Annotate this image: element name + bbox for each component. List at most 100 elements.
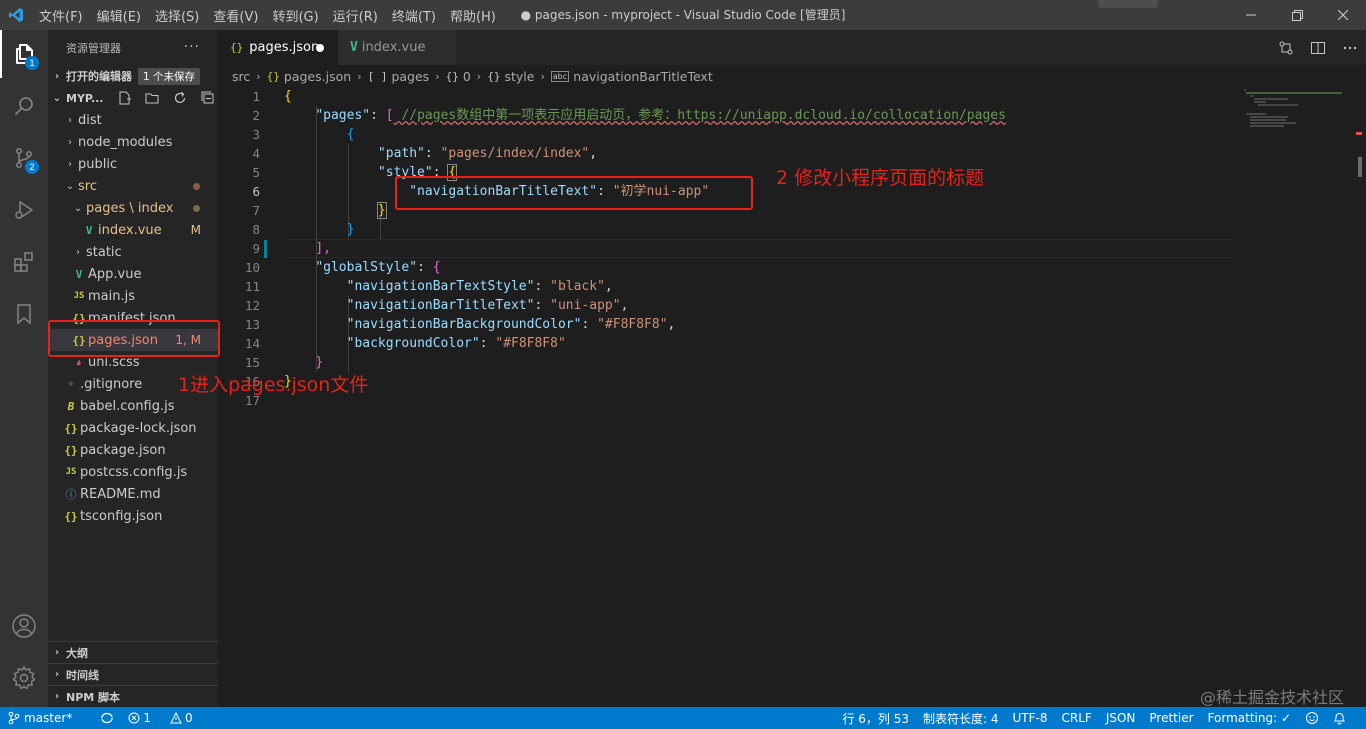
current-line-highlight bbox=[285, 239, 1232, 258]
open-changes-icon[interactable] bbox=[1270, 30, 1302, 65]
unsaved-dot-icon[interactable] bbox=[316, 44, 324, 52]
new-folder-icon[interactable] bbox=[138, 90, 166, 106]
explorer-sidebar: 资源管理器 ··· › 打开的编辑器 1 个未保存 ⌄ MYP... › dis… bbox=[48, 30, 218, 707]
menu-terminal[interactable]: 终端(T) bbox=[385, 6, 443, 25]
tree-item-label: .gitignore bbox=[80, 376, 143, 392]
indentation[interactable]: 制表符长度: 4 bbox=[923, 710, 999, 727]
tree-item-main-js[interactable]: JS main.js bbox=[48, 285, 218, 307]
minimize-button[interactable] bbox=[1228, 0, 1274, 30]
tree-item-tsconfig[interactable]: {} tsconfig.json bbox=[48, 505, 218, 527]
outline-label: 大纲 bbox=[66, 646, 88, 660]
cursor-position[interactable]: 行 6，列 53 bbox=[842, 710, 909, 727]
branch-status[interactable]: master* bbox=[8, 711, 86, 725]
breadcrumb-item[interactable]: pages bbox=[391, 69, 429, 84]
tree-item-src[interactable]: ⌄ src bbox=[48, 175, 218, 197]
menu-run[interactable]: 运行(R) bbox=[326, 6, 385, 25]
formatting-status[interactable]: Formatting: ✓ bbox=[1208, 711, 1291, 725]
tree-item-dist[interactable]: › dist bbox=[48, 109, 218, 131]
tree-item-label: static bbox=[86, 244, 122, 260]
vscode-logo-icon bbox=[0, 0, 32, 30]
bookmark-icon[interactable] bbox=[0, 290, 48, 338]
npm-scripts-section[interactable]: › NPM 脚本 bbox=[48, 685, 218, 707]
tree-item-app-vue[interactable]: V App.vue bbox=[48, 263, 218, 285]
tree-item-index-vue[interactable]: V index.vue M bbox=[48, 219, 218, 241]
settings-gear-icon[interactable] bbox=[0, 654, 48, 702]
tree-item-package-json[interactable]: {} package.json bbox=[48, 439, 218, 461]
breadcrumb-item[interactable]: src bbox=[232, 69, 250, 84]
line-number: 10 bbox=[244, 260, 260, 275]
open-editors-section[interactable]: › 打开的编辑器 1 个未保存 bbox=[48, 65, 218, 87]
chevron-right-icon: › bbox=[68, 136, 72, 148]
menu-help[interactable]: 帮助(H) bbox=[443, 6, 503, 25]
explorer-header: 资源管理器 ··· bbox=[48, 30, 218, 65]
close-button[interactable] bbox=[1320, 0, 1366, 30]
collapse-all-icon[interactable] bbox=[194, 90, 218, 106]
chevron-right-icon: › bbox=[256, 69, 261, 83]
menu-file[interactable]: 文件(F) bbox=[32, 6, 90, 25]
code-token: "backgroundColor" bbox=[346, 336, 480, 351]
problems-status[interactable]: 1 0 bbox=[128, 711, 206, 725]
breadcrumb-item[interactable]: navigationBarTitleText bbox=[573, 69, 712, 84]
object-icon: {} bbox=[487, 69, 501, 83]
tree-item-label: babel.config.js bbox=[80, 398, 175, 414]
tree-item-pages-index[interactable]: ⌄ pages \ index bbox=[48, 197, 218, 219]
tab-pages-json[interactable]: {} pages.json bbox=[218, 30, 338, 65]
language-mode[interactable]: JSON bbox=[1106, 711, 1136, 725]
tree-item-babel-config[interactable]: B babel.config.js bbox=[48, 395, 218, 417]
breadcrumb-item[interactable]: 0 bbox=[463, 69, 471, 84]
tree-item-label: pages \ index bbox=[86, 200, 174, 216]
project-section[interactable]: ⌄ MYP... bbox=[48, 87, 218, 109]
breadcrumb-item[interactable]: pages.json bbox=[284, 69, 351, 84]
prettier-status[interactable]: Prettier bbox=[1149, 711, 1193, 725]
restore-button[interactable] bbox=[1274, 0, 1320, 30]
menu-view[interactable]: 查看(V) bbox=[206, 6, 265, 25]
timeline-section[interactable]: › 时间线 bbox=[48, 663, 218, 685]
new-file-icon[interactable] bbox=[110, 90, 138, 106]
code-token: "path" bbox=[377, 146, 425, 161]
tree-item-label: dist bbox=[78, 112, 102, 128]
tree-item-readme[interactable]: ⓘ README.md bbox=[48, 483, 218, 505]
tree-item-static[interactable]: › static bbox=[48, 241, 218, 263]
vertical-scrollbar[interactable] bbox=[1352, 87, 1366, 707]
branch-name: master* bbox=[24, 711, 73, 725]
tab-index-vue[interactable]: V index.vue bbox=[338, 30, 456, 65]
extensions-icon[interactable] bbox=[0, 238, 48, 286]
breadcrumb-item[interactable]: style bbox=[504, 69, 534, 84]
project-label: MYP... bbox=[66, 91, 104, 105]
tree-item-public[interactable]: › public bbox=[48, 153, 218, 175]
eol[interactable]: CRLF bbox=[1062, 711, 1092, 725]
array-icon: [ ] bbox=[367, 69, 388, 83]
line-number: 2 bbox=[252, 108, 260, 123]
minimap-line bbox=[1254, 101, 1266, 103]
tree-item-node-modules[interactable]: › node_modules bbox=[48, 131, 218, 153]
split-editor-icon[interactable] bbox=[1302, 30, 1334, 65]
line-number: 3 bbox=[252, 127, 260, 142]
warning-count: 0 bbox=[184, 711, 193, 725]
more-actions-icon[interactable]: ··· bbox=[184, 39, 200, 55]
js-file-icon: JS bbox=[73, 291, 85, 301]
menu-selection[interactable]: 选择(S) bbox=[148, 6, 206, 25]
menu-edit[interactable]: 编辑(E) bbox=[90, 6, 148, 25]
minimap[interactable] bbox=[1242, 87, 1352, 707]
code-token: { bbox=[284, 89, 292, 104]
run-debug-icon[interactable] bbox=[0, 186, 48, 234]
account-icon[interactable] bbox=[0, 602, 48, 650]
search-icon[interactable] bbox=[0, 82, 48, 130]
outline-section[interactable]: › 大纲 bbox=[48, 641, 218, 663]
tree-item-package-lock[interactable]: {} package-lock.json bbox=[48, 417, 218, 439]
editor-area: {} pages.json V index.vue src › {} pages… bbox=[218, 30, 1366, 707]
feedback-icon[interactable] bbox=[1305, 711, 1319, 725]
tree-item-postcss-config[interactable]: JS postcss.config.js bbox=[48, 461, 218, 483]
refresh-icon[interactable] bbox=[166, 90, 194, 106]
more-actions-icon[interactable] bbox=[1334, 30, 1366, 65]
scroll-thumb[interactable] bbox=[1358, 157, 1362, 177]
explorer-icon[interactable]: 1 bbox=[0, 30, 48, 78]
encoding[interactable]: UTF-8 bbox=[1013, 711, 1048, 725]
babel-file-icon: B bbox=[67, 399, 75, 413]
status-bar: master* 1 0 行 6，列 53 制表符长度: 4 UTF-8 CRLF… bbox=[0, 707, 1366, 729]
tree-item-label: App.vue bbox=[88, 266, 142, 282]
source-control-icon[interactable]: 2 bbox=[0, 134, 48, 182]
sync-icon[interactable] bbox=[100, 712, 114, 724]
menu-go[interactable]: 转到(G) bbox=[265, 6, 325, 25]
notifications-icon[interactable] bbox=[1333, 711, 1346, 725]
